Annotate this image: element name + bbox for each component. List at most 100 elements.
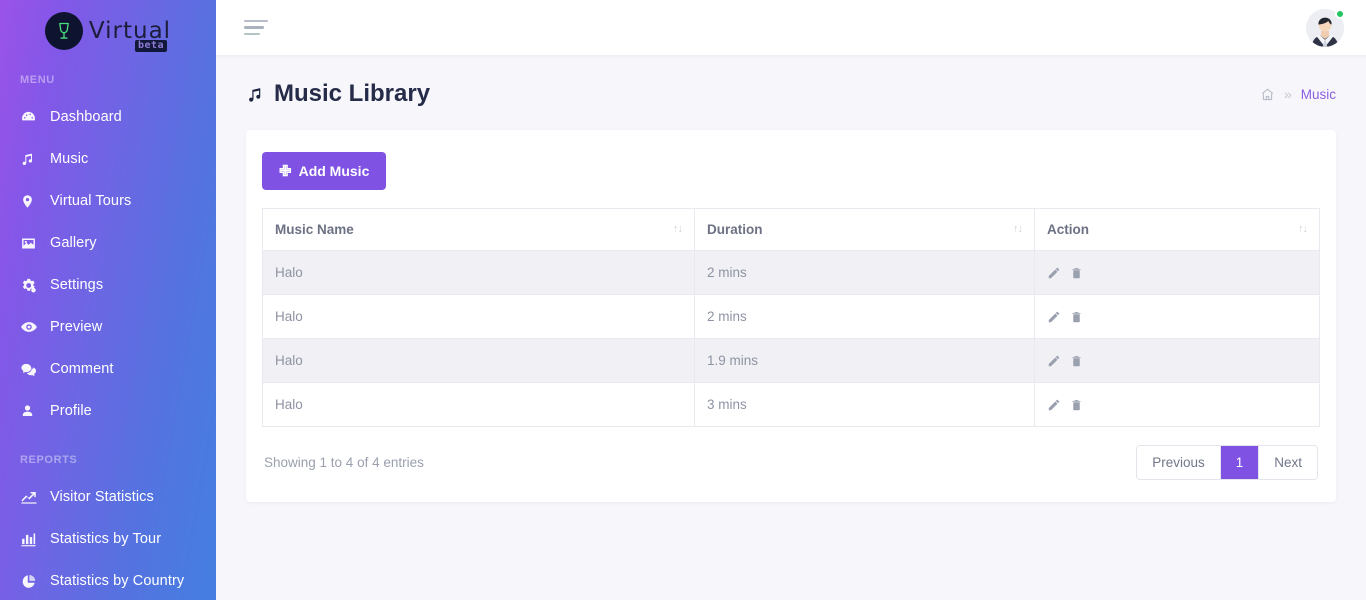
column-header-music-name[interactable]: Music Name ↑↓: [262, 208, 695, 251]
sort-icon[interactable]: ↑↓: [1013, 224, 1023, 235]
delete-icon[interactable]: [1070, 398, 1083, 412]
table-header: Music Name ↑↓ Duration ↑↓ Action ↑↓: [262, 208, 1320, 251]
comment-icon: [20, 361, 42, 378]
column-label: Action: [1047, 222, 1089, 237]
cell-action: [1034, 338, 1320, 383]
sidebar-item-label: Statistics by Tour: [50, 531, 162, 547]
cell-music-name: Halo: [262, 294, 695, 339]
column-header-duration[interactable]: Duration ↑↓: [694, 208, 1035, 251]
sidebar-item-profile[interactable]: Profile: [0, 390, 216, 432]
table-body: Halo 2 mins Halo 2 mins Halo 1.9 mins Ha…: [262, 250, 1320, 427]
sidebar-item-label: Preview: [50, 319, 103, 335]
home-icon[interactable]: [1260, 87, 1275, 102]
cell-action: [1034, 294, 1320, 339]
hamburger-icon[interactable]: [244, 16, 270, 40]
add-music-button[interactable]: ✙ Add Music: [262, 152, 387, 190]
map-pin-icon: [20, 193, 42, 210]
table-row[interactable]: Halo 3 mins: [262, 382, 1320, 427]
main-area: Music Library » Music ✙ Add Music Music …: [216, 0, 1366, 600]
sidebar-item-label: Settings: [50, 277, 104, 293]
edit-icon[interactable]: [1047, 354, 1061, 368]
brand-logo-block[interactable]: Virtual beta: [0, 0, 216, 56]
table-header-row: Music Name ↑↓ Duration ↑↓ Action ↑↓: [262, 208, 1320, 251]
pagination-page-1[interactable]: 1: [1220, 446, 1260, 479]
page-header: Music Library » Music: [244, 80, 1338, 108]
sidebar-item-preview[interactable]: Preview: [0, 306, 216, 348]
edit-icon[interactable]: [1047, 310, 1061, 324]
cell-action: [1034, 250, 1320, 295]
eye-icon: [20, 318, 42, 336]
content-area: Music Library » Music ✙ Add Music Music …: [216, 56, 1366, 600]
image-icon: [20, 235, 42, 252]
page-title-text: Music Library: [274, 80, 431, 107]
sidebar-item-label: Virtual Tours: [50, 193, 132, 209]
app-root: Virtual beta MENU Dashboard Music Virtua…: [0, 0, 1366, 600]
entries-info: Showing 1 to 4 of 4 entries: [264, 455, 424, 470]
sidebar: Virtual beta MENU Dashboard Music Virtua…: [0, 0, 216, 600]
sidebar-item-label: Profile: [50, 403, 92, 419]
delete-icon[interactable]: [1070, 310, 1083, 324]
delete-icon[interactable]: [1070, 354, 1083, 368]
sidebar-item-label: Comment: [50, 361, 114, 377]
cell-action: [1034, 382, 1320, 427]
edit-icon[interactable]: [1047, 398, 1061, 412]
delete-icon[interactable]: [1070, 266, 1083, 280]
sort-icon[interactable]: ↑↓: [673, 224, 683, 235]
cell-music-name: Halo: [262, 250, 695, 295]
hamburger-bar: [244, 32, 260, 36]
cell-duration: 1.9 mins: [694, 338, 1035, 383]
status-badge: [1335, 8, 1345, 19]
topbar: [216, 0, 1366, 56]
wine-glass-icon: [44, 12, 83, 50]
sidebar-item-label: Music: [50, 151, 89, 167]
sidebar-item-statistics-by-country[interactable]: Statistics by Country: [0, 560, 216, 600]
sidebar-item-label: Dashboard: [50, 109, 122, 125]
breadcrumb: » Music: [1260, 86, 1336, 102]
cell-duration: 2 mins: [694, 294, 1035, 339]
cell-duration: 3 mins: [694, 382, 1035, 427]
bar-chart-icon: [20, 531, 42, 548]
pagination-next[interactable]: Next: [1259, 446, 1317, 479]
cell-music-name: Halo: [262, 338, 695, 383]
music-table-card: ✙ Add Music Music Name ↑↓ Duration ↑↓ Ac…: [246, 130, 1336, 502]
sidebar-item-settings[interactable]: Settings: [0, 264, 216, 306]
column-label: Duration: [707, 222, 763, 237]
table-row[interactable]: Halo 1.9 mins: [262, 338, 1320, 383]
music-note-icon: [246, 85, 265, 104]
plus-icon: ✙: [279, 162, 292, 180]
edit-icon[interactable]: [1047, 266, 1061, 280]
sidebar-section-menu: MENU: [20, 74, 55, 86]
pagination: Previous 1 Next: [1136, 445, 1318, 480]
pagination-previous[interactable]: Previous: [1137, 446, 1221, 479]
hamburger-bar: [244, 19, 268, 23]
sidebar-item-gallery[interactable]: Gallery: [0, 222, 216, 264]
sidebar-section-reports: REPORTS: [20, 454, 78, 466]
music-table: Music Name ↑↓ Duration ↑↓ Action ↑↓ Halo…: [262, 208, 1320, 427]
add-music-label: Add Music: [298, 163, 370, 179]
sidebar-item-label: Statistics by Country: [50, 573, 185, 589]
breadcrumb-current[interactable]: Music: [1301, 87, 1336, 102]
avatar[interactable]: [1306, 8, 1345, 47]
cell-duration: 2 mins: [694, 250, 1035, 295]
page-title: Music Library: [246, 80, 430, 108]
pie-chart-icon: [20, 573, 42, 590]
sidebar-item-comment[interactable]: Comment: [0, 348, 216, 390]
user-icon: [20, 403, 42, 419]
sidebar-item-dashboard[interactable]: Dashboard: [0, 96, 216, 138]
column-header-action[interactable]: Action ↑↓: [1034, 208, 1320, 251]
sidebar-item-label: Visitor Statistics: [50, 489, 154, 505]
sidebar-item-music[interactable]: Music: [0, 138, 216, 180]
sort-icon[interactable]: ↑↓: [1298, 224, 1308, 235]
hamburger-bar: [244, 26, 264, 29]
sidebar-item-statistics-by-tour[interactable]: Statistics by Tour: [0, 518, 216, 560]
breadcrumb-separator: »: [1283, 86, 1292, 102]
sidebar-item-virtual-tours[interactable]: Virtual Tours: [0, 180, 216, 222]
brand-subtitle: beta: [134, 40, 168, 52]
table-row[interactable]: Halo 2 mins: [262, 294, 1320, 339]
line-chart-icon: [20, 488, 42, 506]
table-row[interactable]: Halo 2 mins: [262, 250, 1320, 295]
table-footer: Showing 1 to 4 of 4 entries Previous 1 N…: [262, 445, 1320, 480]
column-label: Music Name: [275, 222, 354, 237]
music-note-icon: [20, 151, 42, 167]
sidebar-item-visitor-statistics[interactable]: Visitor Statistics: [0, 476, 216, 518]
